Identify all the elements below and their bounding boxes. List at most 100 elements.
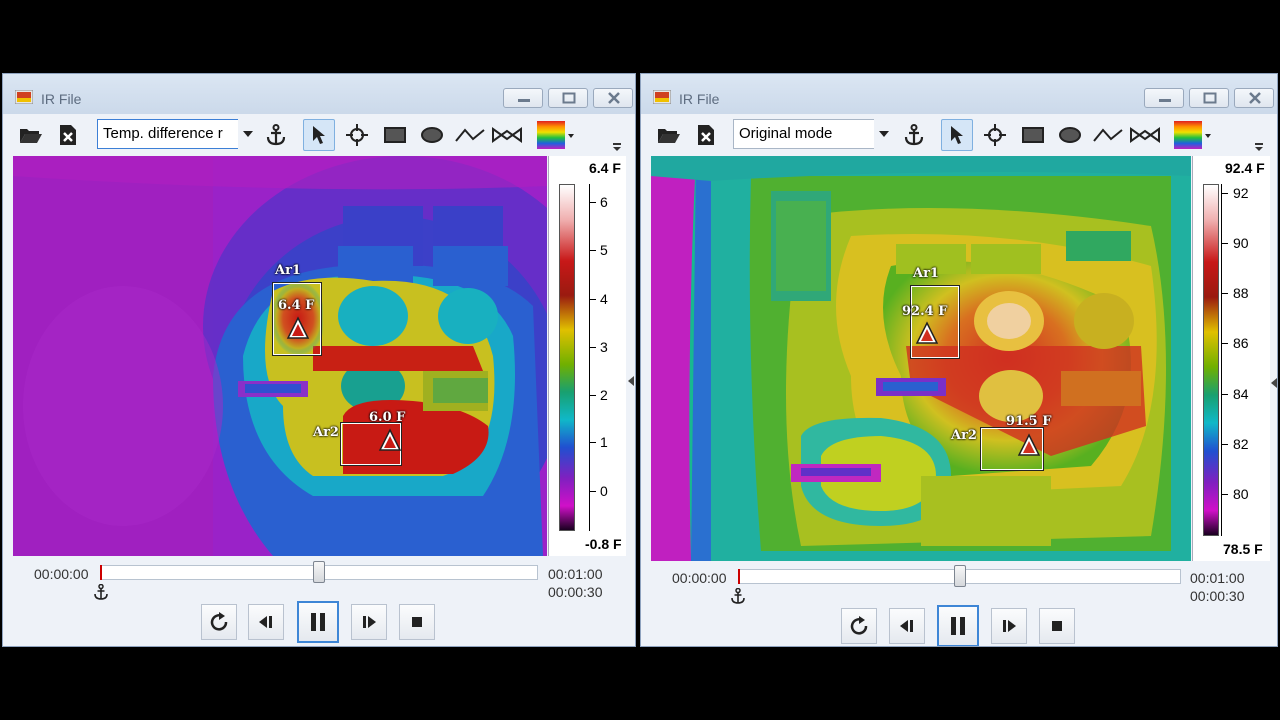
- loop-button[interactable]: [201, 604, 237, 640]
- line-tool-icon: [455, 128, 485, 142]
- anchor-icon[interactable]: [730, 588, 746, 604]
- minimize-button[interactable]: [503, 88, 543, 108]
- palette-button[interactable]: [535, 119, 575, 151]
- step-forward-icon: [363, 616, 376, 628]
- step-forward-button[interactable]: [351, 604, 387, 640]
- tick-mark: [1221, 243, 1228, 244]
- thermal-image[interactable]: Ar1 92.4 F Ar2 91.5 F: [651, 156, 1191, 561]
- line-tool-icon: [1093, 128, 1123, 142]
- tick-mark: [1221, 444, 1228, 445]
- maximize-icon: [562, 92, 576, 104]
- spot-tool-button[interactable]: [979, 119, 1011, 151]
- title-bar[interactable]: IR File: [641, 74, 1277, 114]
- close-file-button[interactable]: [690, 119, 722, 151]
- close-button[interactable]: [1234, 88, 1274, 108]
- anchor-button[interactable]: [260, 119, 292, 151]
- roi-ar2-temp: 6.0 F: [369, 410, 406, 425]
- close-file-icon: [698, 125, 714, 145]
- mode-dropdown-arrow[interactable]: [238, 119, 258, 149]
- mode-dropdown-arrow[interactable]: [874, 119, 894, 149]
- timeline-thumb[interactable]: [953, 565, 966, 587]
- toolbar-overflow-icon[interactable]: [611, 137, 623, 153]
- step-back-button[interactable]: [248, 604, 284, 640]
- loop-button[interactable]: [841, 608, 877, 644]
- pointer-tool-button[interactable]: [941, 119, 973, 151]
- tick-mark: [1221, 394, 1228, 395]
- chevron-down-icon: [243, 131, 253, 137]
- spot-tool-icon: [346, 124, 368, 146]
- mode-select[interactable]: Original mode: [733, 119, 876, 149]
- step-back-button[interactable]: [889, 608, 925, 644]
- scale-tick: 84: [1233, 386, 1249, 402]
- palette-button[interactable]: [1172, 119, 1212, 151]
- roi-ar1-temp: 6.4 F: [278, 298, 315, 313]
- line-tool-button[interactable]: [454, 119, 486, 151]
- step-back-icon: [900, 620, 913, 632]
- roi-ar1-label: Ar1: [275, 263, 301, 278]
- pause-button[interactable]: [937, 605, 979, 646]
- maximize-button[interactable]: [1189, 88, 1229, 108]
- minimize-button[interactable]: [1144, 88, 1184, 108]
- open-file-button[interactable]: [653, 119, 685, 151]
- toolbar: Original mode: [641, 114, 1277, 154]
- spot-tool-button[interactable]: [341, 119, 373, 151]
- scale-tick: 5: [600, 242, 608, 258]
- pointer-tool-button[interactable]: [303, 119, 335, 151]
- stop-icon: [1052, 621, 1062, 631]
- folder-open-icon: [658, 129, 680, 143]
- title-bar[interactable]: IR File: [3, 74, 635, 114]
- duration-time: 00:01:00: [1190, 570, 1245, 586]
- step-forward-button[interactable]: [991, 608, 1027, 644]
- scale-gradient: [559, 184, 575, 531]
- current-time: 00:00:00: [672, 570, 727, 586]
- timeline-thumb[interactable]: [313, 561, 325, 583]
- palette-icon: [1174, 121, 1211, 149]
- polygon-tool-button[interactable]: [491, 119, 523, 151]
- max-temp-marker-icon: [378, 428, 402, 451]
- stop-button[interactable]: [1039, 608, 1075, 644]
- maximize-button[interactable]: [548, 88, 588, 108]
- rectangle-tool-button[interactable]: [379, 119, 411, 151]
- scale-tick: 88: [1233, 285, 1249, 301]
- tick-mark: [1221, 193, 1228, 194]
- ellipse-tool-button[interactable]: [416, 119, 448, 151]
- close-icon: [608, 92, 620, 104]
- line-tool-button[interactable]: [1092, 119, 1124, 151]
- pointer-icon: [951, 126, 963, 144]
- rectangle-tool-icon: [384, 127, 406, 143]
- temperature-scale: 92.4 F 92 90 88 86 84 82 80 78.5 F: [1192, 156, 1270, 561]
- chevron-down-icon: [879, 131, 889, 137]
- ir-file-window-left: IR File Temp. difference r Ar1 6.4 F Ar2…: [2, 73, 636, 647]
- mode-select[interactable]: Temp. difference r: [97, 119, 240, 149]
- palette-icon: [537, 121, 574, 149]
- collapse-panel-icon[interactable]: [627, 375, 635, 387]
- scale-tick: 80: [1233, 486, 1249, 502]
- pointer-icon: [313, 126, 325, 144]
- timeline-start-marker: [738, 569, 740, 584]
- tick-mark: [1221, 293, 1228, 294]
- rectangle-tool-button[interactable]: [1017, 119, 1049, 151]
- anchor-icon[interactable]: [93, 584, 109, 600]
- scale-min-value: -0.8 F: [585, 536, 622, 552]
- ir-file-window-right: IR File Original mode Ar1 92.4 F Ar2 91.…: [640, 73, 1278, 647]
- open-file-button[interactable]: [15, 119, 47, 151]
- pause-button[interactable]: [297, 601, 339, 643]
- max-temp-marker-icon: [915, 321, 939, 344]
- polygon-tool-button[interactable]: [1129, 119, 1161, 151]
- toolbar: Temp. difference r: [3, 114, 635, 154]
- roi-ar2-label: Ar2: [951, 428, 977, 443]
- thermal-image[interactable]: Ar1 6.4 F Ar2 6.0 F: [13, 156, 547, 556]
- stop-icon: [412, 617, 422, 627]
- collapse-panel-icon[interactable]: [1270, 377, 1278, 389]
- stop-button[interactable]: [399, 604, 435, 640]
- toolbar-overflow-icon[interactable]: [1253, 137, 1265, 153]
- scale-tick: 0: [600, 483, 608, 499]
- anchor-button[interactable]: [898, 119, 930, 151]
- scale-axis: [589, 184, 590, 531]
- temperature-scale: 6.4 F 6 5 4 3 2 1 0 -0.8 F: [548, 156, 626, 556]
- close-file-button[interactable]: [52, 119, 84, 151]
- spot-tool-icon: [984, 124, 1006, 146]
- tick-mark: [1221, 343, 1228, 344]
- close-button[interactable]: [593, 88, 633, 108]
- ellipse-tool-button[interactable]: [1054, 119, 1086, 151]
